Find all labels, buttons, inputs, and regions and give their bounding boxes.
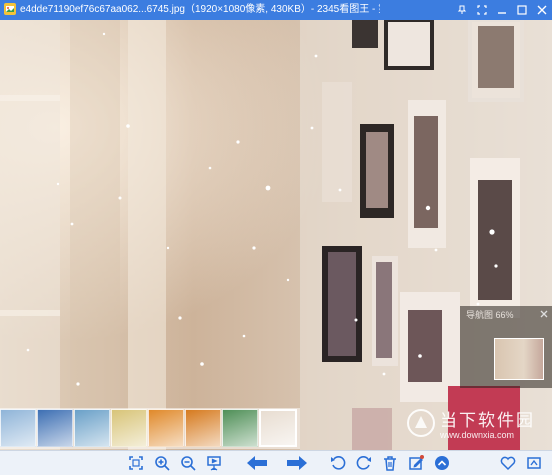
zoom-out-icon (181, 456, 196, 471)
fit-window-icon (129, 456, 143, 470)
close-icon (537, 5, 547, 15)
arrow-left-icon (247, 456, 267, 470)
watermark-text: 当下软件园 (440, 411, 535, 430)
rotate-left-icon (331, 456, 346, 470)
thumb-savanna[interactable] (185, 409, 221, 447)
zoom-in-button[interactable] (152, 453, 172, 473)
navigator-close-icon[interactable] (539, 309, 549, 319)
minimize-icon (498, 12, 506, 14)
next-button[interactable] (284, 453, 310, 473)
navigator-panel[interactable]: 导航图 66% (460, 306, 552, 388)
window-title: e4dde71190ef76c67aa062...6745.jpg（1920×1… (20, 4, 380, 15)
thumb-ocean[interactable] (74, 409, 110, 447)
thumb-snow-landscape[interactable] (0, 409, 36, 447)
thumb-photo-wall[interactable] (259, 409, 297, 447)
navigator-viewport[interactable] (494, 338, 544, 380)
delete-button[interactable] (380, 453, 400, 473)
thumb-blue-flowers[interactable] (37, 409, 73, 447)
heart-icon (500, 456, 516, 471)
fullscreen-button[interactable] (472, 0, 492, 20)
maximize-icon (517, 5, 527, 15)
watermark-logo-icon (407, 409, 435, 437)
thumbnail-strip (0, 408, 300, 449)
title-bar[interactable]: e4dde71190ef76c67aa062...6745.jpg（1920×1… (0, 0, 552, 20)
more-button[interactable] (432, 453, 452, 473)
maximize-button[interactable] (512, 0, 532, 20)
zoom-in-icon (155, 456, 170, 471)
pin-button[interactable] (452, 0, 472, 20)
rotate-right-icon (356, 456, 371, 470)
watermark: 当下软件园 www.downxia.com (398, 404, 548, 452)
share-icon (527, 457, 541, 469)
rotate-left-button[interactable] (328, 453, 348, 473)
edit-button[interactable] (406, 453, 426, 473)
edit-icon (409, 455, 424, 470)
thumb-sunset[interactable] (148, 409, 184, 447)
navigator-title: 导航图 66% (466, 310, 514, 320)
pin-icon (457, 5, 467, 14)
zoom-out-button[interactable] (178, 453, 198, 473)
previous-button[interactable] (244, 453, 270, 473)
rotate-right-button[interactable] (354, 453, 374, 473)
slideshow-button[interactable] (204, 453, 224, 473)
watermark-url: www.downxia.com (440, 430, 515, 440)
favorite-button[interactable] (498, 453, 518, 473)
minimize-button[interactable] (492, 0, 512, 20)
arrow-right-icon (287, 456, 307, 470)
fit-window-button[interactable] (126, 453, 146, 473)
share-button[interactable] (524, 453, 544, 473)
slideshow-icon (207, 456, 221, 471)
trash-icon (384, 456, 396, 471)
thumb-yellow-flowers[interactable] (111, 409, 147, 447)
close-button[interactable] (532, 0, 552, 20)
thumb-ladybug[interactable] (222, 409, 258, 447)
bottom-toolbar (0, 450, 552, 475)
window-controls (452, 0, 552, 20)
chevron-up-icon (435, 456, 449, 470)
app-logo-icon (4, 3, 16, 15)
fullscreen-icon (477, 5, 487, 15)
